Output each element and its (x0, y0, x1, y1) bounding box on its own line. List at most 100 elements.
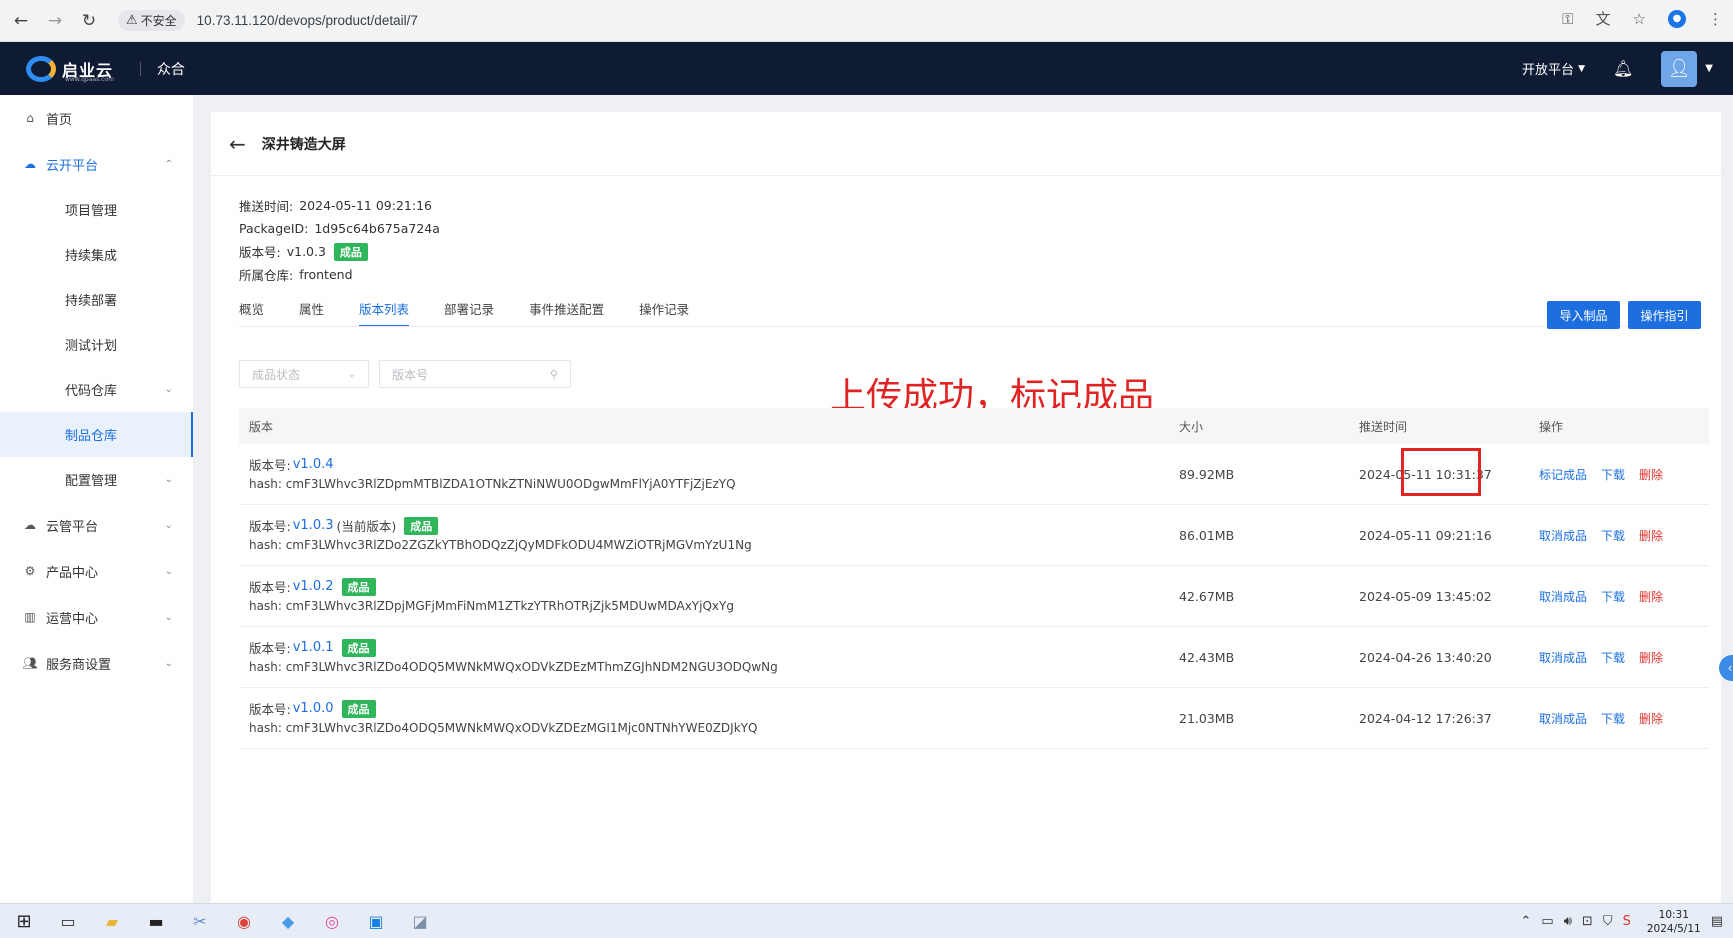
highlight-box (1401, 448, 1481, 496)
download-link[interactable]: 下载 (1601, 588, 1625, 605)
import-artifact-button[interactable]: 导入制品 (1547, 301, 1620, 329)
reload-icon[interactable]: ↻ (76, 8, 102, 34)
chevron-down-icon: ⌄ (164, 611, 173, 623)
download-link[interactable]: 下载 (1601, 466, 1625, 483)
version-row: 版本号: v1.0.3 成品 (239, 240, 440, 263)
file-explorer-icon[interactable]: ▰ (90, 904, 134, 938)
version-link[interactable]: v1.0.4 (293, 457, 334, 472)
sidebar-item-cloud-dev[interactable]: ☁ 云开平台 ⌃ (0, 141, 193, 187)
sidebar-item-config-mgmt[interactable]: 配置管理 ⌄ (0, 457, 193, 502)
task-view-icon[interactable]: ▭ (46, 904, 90, 938)
app-diamond-icon[interactable]: ◆ (266, 904, 310, 938)
security-indicator[interactable]: ⚠ 不安全 (118, 10, 185, 31)
chevron-down-icon: ⌄ (164, 474, 173, 485)
back-arrow-icon[interactable]: ← (229, 132, 246, 156)
delete-link[interactable]: 删除 (1639, 588, 1663, 605)
translate-icon[interactable]: 文 (1596, 8, 1611, 29)
delete-link[interactable]: 删除 (1639, 527, 1663, 544)
table-row: 版本号: v1.0.1 成品 hash: cmF3LWhvc3RlZDo4ODQ… (239, 627, 1709, 688)
sidebar-item-cloud-mgmt[interactable]: ☁ 云管平台 ⌄ (0, 502, 193, 548)
terminal-icon[interactable]: ▬ (134, 904, 178, 938)
notification-icon[interactable]: ▤ (1711, 914, 1723, 929)
unmark-artifact-link[interactable]: 取消成品 (1539, 649, 1587, 666)
avatar[interactable]: 👤︎ (1661, 50, 1698, 87)
app-blue-icon[interactable]: ▣ (354, 904, 398, 938)
status-badge: 成品 (341, 638, 376, 657)
version-link[interactable]: v1.0.3 (293, 518, 334, 533)
mark-artifact-link[interactable]: 标记成品 (1539, 466, 1587, 483)
sidebar-item-home[interactable]: ⌂ 首页 (0, 95, 193, 141)
header-ops: 操作 (1539, 419, 1564, 434)
warning-icon: ⚠ (126, 13, 138, 28)
status-filter-select[interactable]: 成品状态 ⌄ (239, 360, 369, 388)
version-search-input[interactable]: 版本号 ⚲ (379, 360, 571, 388)
chart-icon: ▥ (24, 610, 36, 624)
unmark-artifact-link[interactable]: 取消成品 (1539, 527, 1587, 544)
artifact-info: 推送时间: 2024-05-11 09:21:16 PackageID: 1d9… (239, 194, 440, 286)
status-badge: 成品 (333, 242, 368, 261)
unmark-artifact-link[interactable]: 取消成品 (1539, 588, 1587, 605)
tab-properties[interactable]: 属性 (299, 290, 324, 326)
sidebar-item-artifact-repo[interactable]: 制品仓库 (0, 412, 193, 457)
delete-link[interactable]: 删除 (1639, 710, 1663, 727)
version-link[interactable]: v1.0.0 (293, 701, 334, 716)
windows-start-icon[interactable]: ⊞ (2, 904, 46, 938)
tab-operation-records[interactable]: 操作记录 (639, 290, 689, 326)
unmark-artifact-link[interactable]: 取消成品 (1539, 710, 1587, 727)
system-clock[interactable]: 10:31 2024/5/11 (1647, 908, 1701, 936)
bookmark-star-icon[interactable]: ☆ (1633, 10, 1646, 28)
tab-event-push-config[interactable]: 事件推送配置 (529, 290, 604, 326)
avatar-caret-icon[interactable]: ▼ (1705, 63, 1713, 74)
menu-kebab-icon[interactable]: ⋮ (1708, 10, 1723, 28)
download-link[interactable]: 下载 (1601, 527, 1625, 544)
header-size: 大小 (1179, 419, 1204, 434)
version-link[interactable]: v1.0.1 (293, 640, 334, 655)
open-platform-dropdown[interactable]: 开放平台 ▼ (1522, 59, 1585, 78)
delete-link[interactable]: 删除 (1639, 466, 1663, 483)
url-text[interactable]: 10.73.11.120/devops/product/detail/7 (197, 13, 418, 28)
back-icon[interactable]: ← (8, 8, 34, 34)
sidebar-item-provider-settings[interactable]: 👥︎ 服务商设置 ⌄ (0, 640, 193, 686)
version-link[interactable]: v1.0.2 (293, 579, 334, 594)
search-icon: ⚲ (549, 367, 558, 381)
tab-version-list[interactable]: 版本列表 (359, 290, 410, 327)
volume-icon[interactable]: 🔊︎ (1564, 914, 1572, 929)
sidebar-item-cd[interactable]: 持续部署 (0, 277, 193, 322)
tab-deploy-records[interactable]: 部署记录 (444, 290, 494, 326)
password-key-icon[interactable]: ⚿ (1562, 10, 1573, 28)
download-link[interactable]: 下载 (1601, 710, 1625, 727)
sidebar-item-ops-center[interactable]: ▥ 运营中心 ⌄ (0, 594, 193, 640)
delete-link[interactable]: 删除 (1639, 649, 1663, 666)
tab-overview[interactable]: 概览 (239, 290, 264, 326)
bell-icon[interactable]: 🔔︎ (1613, 59, 1633, 78)
status-badge: 成品 (404, 516, 439, 535)
app-gray-icon[interactable]: ◪ (398, 904, 442, 938)
address-bar[interactable]: ⚠ 不安全 10.73.11.120/devops/product/detail… (118, 6, 418, 36)
package-id-row: PackageID: 1d95c64b675a724a (239, 221, 440, 236)
sidebar-item-ci[interactable]: 持续集成 (0, 232, 193, 277)
display-icon[interactable]: ⊡ (1582, 914, 1593, 929)
forward-icon[interactable]: → (42, 8, 68, 34)
snipping-tool-icon[interactable]: ✂ (178, 904, 222, 938)
chrome-icon[interactable]: ◉ (222, 904, 266, 938)
network-icon[interactable]: ▭ (1541, 914, 1553, 929)
chevron-down-icon: ⌄ (164, 565, 173, 577)
push-time-row: 推送时间: 2024-05-11 09:21:16 (239, 198, 432, 214)
chevron-up-icon[interactable]: ⌃ (1521, 914, 1532, 929)
logo-subtext: www.qpaas.com (65, 76, 114, 83)
logo[interactable]: 启业云 www.qpaas.com (26, 54, 114, 83)
collapse-handle-icon[interactable]: ‹ (1719, 655, 1733, 681)
sidebar-item-code-repo[interactable]: 代码仓库 ⌄ (0, 367, 193, 412)
page-header: ← 深井铸造大屏 (211, 112, 1721, 176)
table-row: 版本号: v1.0.0 成品 hash: cmF3LWhvc3RlZDo4ODQ… (239, 688, 1709, 749)
sidebar-item-test-plan[interactable]: 测试计划 (0, 322, 193, 367)
profile-icon[interactable]: ● (1668, 9, 1686, 28)
shield-icon[interactable]: ⛉ (1603, 914, 1613, 929)
app-circle-icon[interactable]: ◎ (310, 904, 354, 938)
download-link[interactable]: 下载 (1601, 649, 1625, 666)
sidebar-item-product-center[interactable]: ⚙ 产品中心 ⌄ (0, 548, 193, 594)
operation-guide-button[interactable]: 操作指引 (1628, 301, 1701, 329)
sidebar-item-project-mgmt[interactable]: 项目管理 (0, 187, 193, 232)
taskbar: ⊞ ▭ ▰ ▬ ✂ ◉ ◆ ◎ ▣ ◪ ⌃ ▭ 🔊︎ ⊡ ⛉ S 10:31 2… (0, 903, 1733, 938)
input-method-icon[interactable]: S (1623, 914, 1631, 929)
